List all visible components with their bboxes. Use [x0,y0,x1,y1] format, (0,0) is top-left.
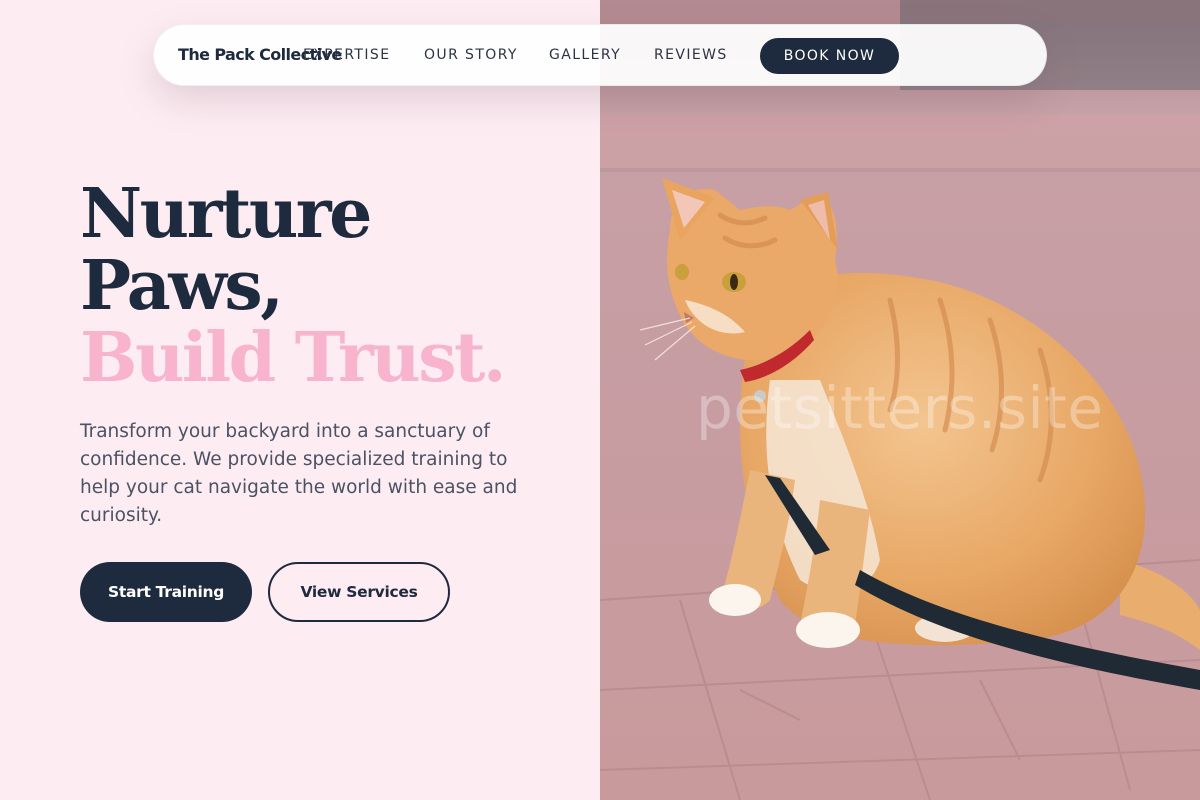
top-navigation: The Pack Collective EXPERTISE OUR STORY … [153,24,1047,86]
hero-title-line-2: Paws, [80,246,284,326]
hero-title-line-1: Nurture [80,174,372,254]
hero-title: Nurture Paws, Build Trust. [80,174,507,398]
photo-watermark: petsitters.site [696,374,1104,442]
hero-description: Transform your backyard into a sanctuary… [80,421,518,526]
hero-title-line-3: Build Trust. [80,318,507,398]
nav-link-reviews[interactable]: REVIEWS [654,47,728,63]
nav-link-our-story[interactable]: OUR STORY [424,47,518,63]
start-training-button[interactable]: Start Training [80,562,252,622]
nav-link-expertise[interactable]: EXPERTISE [303,47,390,63]
book-now-button[interactable]: BOOK NOW [760,38,899,74]
hero-left-panel [0,0,600,800]
nav-link-gallery[interactable]: GALLERY [549,47,621,63]
view-services-button[interactable]: View Services [268,562,450,622]
